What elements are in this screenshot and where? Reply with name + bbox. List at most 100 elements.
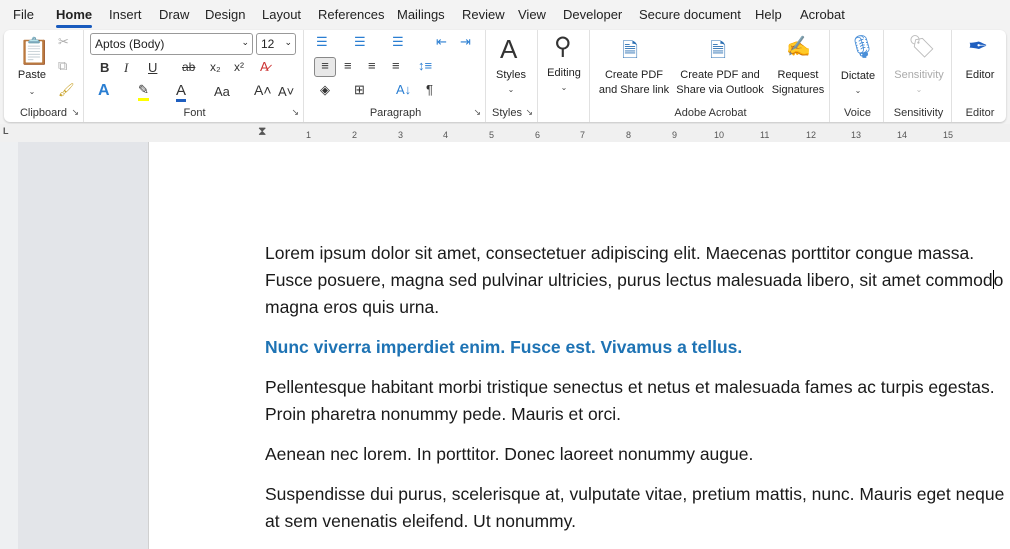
paste-dropdown[interactable]: ⌄ (12, 84, 52, 99)
paragraph[interactable]: Pellentesque habitant morbi tristique se… (265, 374, 1005, 428)
font-name-select[interactable]: Aptos (Body) ⌄ (90, 33, 253, 55)
ruler-number: 15 (943, 130, 954, 140)
tab-draw[interactable]: Draw (159, 7, 189, 22)
document-body[interactable]: Lorem ipsum dolor sit amet, consectetuer… (265, 240, 1005, 548)
increase-indent-icon[interactable]: ⇥ (460, 34, 471, 50)
ruler-number: 11 (760, 130, 770, 140)
horizontal-ruler[interactable]: L ⧗ 1 2 3 4 5 6 7 8 9 10 11 12 13 14 15 (0, 124, 1010, 142)
borders-icon[interactable]: ⊞ (354, 82, 365, 98)
adobe-acrobat-group: 🗎 Create PDF and Share link 🗎 Create PDF … (592, 30, 830, 122)
tab-layout[interactable]: Layout (262, 7, 301, 22)
font-size-select[interactable]: 12 ⌄ (256, 33, 296, 55)
signature-icon[interactable]: ✍ (786, 34, 811, 59)
editor-group: ✒ Editor Editor (954, 30, 1006, 122)
styles-icon[interactable]: A (500, 34, 517, 65)
ribbon: 📋 Paste ⌄ ✂ ⧉ 🖌 Clipboard ↘ Aptos (Body)… (4, 30, 1006, 122)
create-pdf-share-link-button[interactable]: Create PDF and Share link (592, 68, 676, 98)
cut-icon[interactable]: ✂ (58, 34, 69, 50)
sort-icon[interactable]: A↓ (396, 82, 411, 97)
tab-review[interactable]: Review (462, 7, 505, 22)
voice-group: 🎙 Dictate ⌄ Voice (832, 30, 884, 122)
align-right-icon[interactable]: ≡ (368, 58, 376, 73)
paste-button[interactable]: Paste (12, 68, 52, 83)
tab-insert[interactable]: Insert (109, 7, 142, 22)
pdf-link-icon[interactable]: 🗎 (622, 36, 638, 70)
heading[interactable]: Nunc viverra imperdiet enim. Fusce est. … (265, 334, 1005, 361)
multilevel-list-icon[interactable]: ☰ (392, 34, 404, 50)
subscript-button[interactable]: x₂ (210, 60, 221, 74)
chevron-down-icon[interactable]: ⌄ (540, 80, 588, 95)
paragraph[interactable]: Suspendisse dui purus, scelerisque at, v… (265, 481, 1005, 535)
button-line: Request (777, 69, 819, 81)
text-effects-icon[interactable]: A (98, 82, 110, 100)
editing-group: ⚲ Editing ⌄ (540, 30, 590, 122)
clipboard-launcher-icon[interactable]: ↘ (71, 107, 79, 118)
copy-icon[interactable]: ⧉ (58, 58, 67, 74)
tab-view[interactable]: View (518, 7, 546, 22)
tab-design[interactable]: Design (205, 7, 245, 22)
editor-button[interactable]: Editor (954, 68, 1006, 83)
clipboard-group: 📋 Paste ⌄ ✂ ⧉ 🖌 Clipboard ↘ (4, 30, 84, 122)
decrease-indent-icon[interactable]: ⇤ (436, 34, 447, 50)
tab-references[interactable]: References (318, 7, 384, 22)
shrink-font-button[interactable]: A˅ (278, 84, 294, 99)
paragraph-label: Paragraph (369, 107, 422, 119)
request-signatures-button[interactable]: Request Signatures (766, 68, 830, 98)
ruler-number: 14 (897, 130, 908, 140)
paste-icon[interactable]: 📋 (18, 36, 50, 67)
font-launcher-icon[interactable]: ↘ (291, 107, 299, 118)
tab-mailings[interactable]: Mailings (397, 7, 445, 22)
paragraph[interactable]: Aenean nec lorem. In porttitor. Donec la… (265, 441, 1005, 468)
clear-formatting-icon[interactable]: A̷ (260, 59, 269, 74)
justify-icon[interactable]: ≡ (392, 58, 400, 73)
chevron-down-icon[interactable]: ⌄ (832, 83, 884, 98)
tab-help[interactable]: Help (755, 7, 782, 22)
pdf-outlook-icon[interactable]: 🗎 (710, 36, 726, 70)
highlight-icon[interactable]: ✎ (138, 82, 149, 101)
font-label: Font (183, 107, 206, 119)
numbering-icon[interactable]: ☰ (354, 34, 366, 50)
tab-file[interactable]: File (13, 7, 34, 22)
line-spacing-icon[interactable]: ↕≡ (418, 58, 432, 73)
paragraph[interactable]: Lorem ipsum dolor sit amet, consectetuer… (265, 240, 1005, 321)
indent-marker-icon[interactable]: ⧗ (258, 124, 266, 139)
font-color-icon[interactable]: A (176, 82, 187, 102)
styles-launcher-icon[interactable]: ↘ (525, 107, 533, 118)
editor-pen-icon[interactable]: ✒ (968, 32, 988, 61)
shading-icon[interactable]: ◈ (320, 82, 330, 98)
chevron-down-icon[interactable]: ⌄ (488, 82, 534, 97)
styles-button[interactable]: Styles (488, 68, 534, 83)
tab-developer[interactable]: Developer (563, 7, 622, 22)
ruler-number: 1 (306, 130, 312, 140)
bold-button[interactable]: B (100, 60, 109, 75)
microphone-icon[interactable]: 🎙 (848, 34, 876, 60)
italic-button[interactable]: I (124, 60, 128, 76)
chevron-down-icon: ⌄ (241, 37, 249, 47)
text-run: Lorem ipsum dolor sit amet, consectetuer… (265, 243, 993, 290)
superscript-button[interactable]: x² (234, 60, 244, 74)
ruler-number: 4 (443, 130, 449, 140)
editing-button[interactable]: Editing (540, 66, 588, 81)
search-icon[interactable]: ⚲ (554, 32, 572, 61)
dictate-button[interactable]: Dictate (832, 69, 884, 84)
strikethrough-button[interactable]: ab (182, 60, 195, 74)
ruler-number: 9 (672, 130, 678, 140)
align-center-icon[interactable]: ≡ (344, 58, 352, 73)
editor-label: Editor (965, 107, 995, 119)
tab-stop-icon[interactable]: L (3, 126, 9, 136)
show-formatting-button[interactable]: ¶ (426, 82, 433, 97)
grow-font-button[interactable]: A˄ (254, 82, 272, 98)
bullets-icon[interactable]: ☰ (316, 34, 328, 50)
paragraph-group: ☰ ☰ ☰ ⇤ ⇥ ≡ ≡ ≡ ≡ ↕≡ ◈ ⊞ A↓ ¶ Paragraph … (306, 30, 486, 122)
create-pdf-share-outlook-button[interactable]: Create PDF and Share via Outlook (674, 68, 766, 98)
tab-secure-document[interactable]: Secure document (639, 7, 741, 22)
tab-home[interactable]: Home (56, 7, 93, 28)
underline-button[interactable]: U (148, 60, 157, 75)
format-painter-icon[interactable]: 🖌 (58, 82, 75, 98)
vertical-ruler[interactable] (0, 142, 18, 549)
tab-acrobat[interactable]: Acrobat (800, 7, 845, 22)
document-page[interactable]: Lorem ipsum dolor sit amet, consectetuer… (148, 142, 1010, 549)
change-case-button[interactable]: Aa (214, 84, 230, 99)
paragraph-launcher-icon[interactable]: ↘ (473, 107, 481, 118)
align-left-button[interactable]: ≡ (314, 57, 336, 77)
